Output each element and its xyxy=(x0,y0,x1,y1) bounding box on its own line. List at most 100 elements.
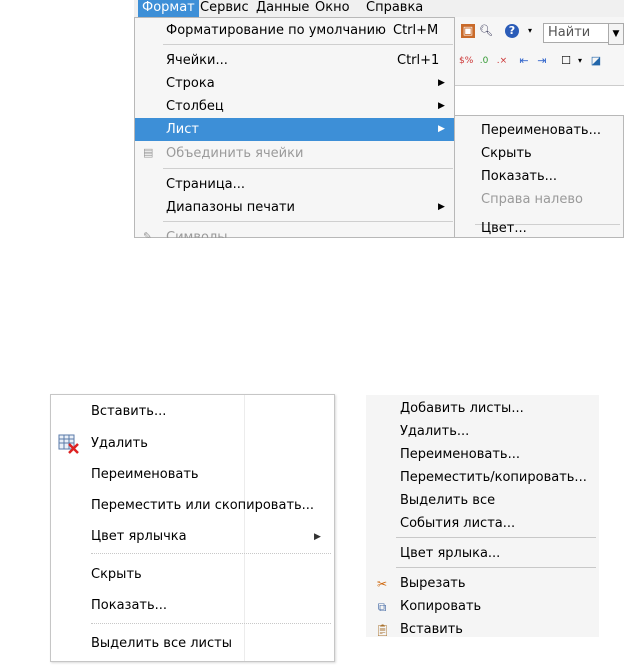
menu-format[interactable]: Формат xyxy=(138,0,199,17)
increase-indent-icon[interactable]: ⇥ xyxy=(535,54,549,68)
menu-item-label: Удалить xyxy=(91,436,148,451)
decrease-indent-icon[interactable]: ⇤ xyxy=(517,54,531,68)
menu-item-label: Страница... xyxy=(166,177,246,192)
menu-item-label: Показать... xyxy=(91,598,168,613)
find-input[interactable]: Найти xyxy=(543,23,609,43)
menu-item-label: Форматирование по умолчанию xyxy=(166,23,386,38)
menu-separator xyxy=(163,221,453,222)
menu-separator xyxy=(396,567,596,568)
menu-item-sheet-events[interactable]: События листа... xyxy=(366,512,599,535)
menu-separator xyxy=(163,44,453,45)
submenu-item-hide[interactable]: Скрыть xyxy=(481,143,621,165)
menu-tools[interactable]: Сервис xyxy=(196,0,253,17)
menu-separator xyxy=(91,623,331,624)
menu-item-label: Переименовать... xyxy=(400,447,520,462)
menu-item-label: Символы xyxy=(166,230,228,238)
submenu-arrow-icon: ▶ xyxy=(438,202,445,212)
menu-item-hide[interactable]: Скрыть xyxy=(51,562,334,588)
menu-data[interactable]: Данные xyxy=(252,0,313,17)
zoom-icon[interactable]: 🔍︎ xyxy=(479,24,493,38)
menu-item-copy[interactable]: ⧉ Копировать xyxy=(366,595,599,618)
submenu-item-rename[interactable]: Переименовать... xyxy=(481,120,621,142)
menu-item-label: Переименовать xyxy=(91,467,199,482)
menu-item-select-all[interactable]: Выделить все xyxy=(366,489,599,512)
find-dropdown-icon[interactable]: ▼ xyxy=(608,23,624,45)
submenu-arrow-icon: ▶ xyxy=(438,101,445,111)
menu-item-insert-sheets[interactable]: Добавить листы... xyxy=(366,397,599,420)
menu-item-label: Вставить xyxy=(400,622,463,637)
menu-item-row[interactable]: Строка ▶ xyxy=(135,72,454,95)
menu-item-label: Копировать xyxy=(400,599,482,614)
sheet-submenu: Переименовать... Скрыть Показать... Спра… xyxy=(454,115,624,238)
menu-item-print-ranges[interactable]: Диапазоны печати ▶ xyxy=(135,196,454,219)
paste-icon: 📋︎ xyxy=(375,623,391,637)
menu-item-page[interactable]: Страница... xyxy=(135,173,454,196)
menu-help[interactable]: Справка xyxy=(362,0,427,17)
menu-item-paste[interactable]: 📋︎ Вставить xyxy=(366,618,599,641)
menu-separator xyxy=(163,168,453,169)
menu-item-rename-sheet[interactable]: Переименовать... xyxy=(366,443,599,466)
menu-item-move-copy-sheet[interactable]: Переместить/копировать... xyxy=(366,466,599,489)
scissors-icon: ✂ xyxy=(376,577,388,591)
menu-item-default-formatting[interactable]: Форматирование по умолчанию Ctrl+M xyxy=(135,19,454,42)
menu-separator xyxy=(91,553,331,554)
menu-item-label: Выделить все листы xyxy=(91,636,232,651)
add-decimal-icon[interactable]: .0 xyxy=(477,54,491,68)
menu-item-label: Добавить листы... xyxy=(400,401,524,416)
submenu-item-show[interactable]: Показать... xyxy=(481,166,621,188)
menu-bar: Формат Сервис Данные Окно Справка xyxy=(134,0,624,17)
currency-format-icon[interactable]: $% xyxy=(459,54,473,68)
submenu-arrow-icon: ▶ xyxy=(438,78,445,88)
menu-separator xyxy=(396,537,596,538)
menu-item-move-or-copy[interactable]: Переместить или скопировать... xyxy=(51,493,334,519)
help-icon[interactable]: ? xyxy=(505,24,519,38)
borders-icon[interactable]: ☐ xyxy=(559,54,573,68)
menu-item-characters[interactable]: ✎ Символы xyxy=(135,226,454,238)
menu-item-label: События листа... xyxy=(400,516,516,531)
menu-item-select-all-sheets[interactable]: Выделить все листы xyxy=(51,631,334,657)
menu-item-label: Ячейки... xyxy=(166,53,228,68)
menu-item-label: Объединить ячейки xyxy=(166,146,304,161)
menu-item-cut[interactable]: ✂ Вырезать xyxy=(366,572,599,595)
menu-item-label: Столбец xyxy=(166,99,224,114)
menu-item-label: Переместить/копировать... xyxy=(400,470,587,485)
format-menu: Форматирование по умолчанию Ctrl+M Ячейк… xyxy=(134,17,455,238)
menu-window[interactable]: Окно xyxy=(311,0,354,17)
menu-item-label: Переместить или скопировать... xyxy=(91,498,315,513)
menu-item-insert[interactable]: Вставить... xyxy=(51,399,334,425)
shortcut-label: Ctrl+M xyxy=(393,23,439,38)
libreoffice-sheet-tab-context-menu: Добавить листы... Удалить... Переименова… xyxy=(366,395,599,637)
menu-item-delete-sheet[interactable]: Удалить... xyxy=(366,420,599,443)
submenu-arrow-icon: ▶ xyxy=(314,532,321,542)
libreoffice-format-menu-screenshot: Формат Сервис Данные Окно Справка ▣ 🔍︎ ?… xyxy=(134,0,624,238)
menu-item-tab-color[interactable]: Цвет ярлыка... xyxy=(366,542,599,565)
menu-item-column[interactable]: Столбец ▶ xyxy=(135,95,454,118)
menu-item-tab-color[interactable]: Цвет ярлычка ▶ xyxy=(51,524,334,550)
menu-item-label: Удалить... xyxy=(400,424,470,439)
merge-cells-icon: ▤ xyxy=(143,146,154,159)
menu-item-label: Вырезать xyxy=(400,576,466,591)
borders-dropdown-icon[interactable]: ▾ xyxy=(573,54,587,68)
submenu-item-color[interactable]: Цвет... xyxy=(481,218,621,238)
menu-item-label: Лист xyxy=(166,122,199,137)
characters-icon: ✎ xyxy=(143,230,153,239)
menu-item-unhide[interactable]: Показать... xyxy=(51,593,334,619)
shortcut-label: Ctrl+1 xyxy=(397,53,440,68)
background-color-icon[interactable]: ◪ xyxy=(589,54,603,68)
remove-decimal-icon[interactable]: .× xyxy=(495,54,509,68)
excel-sheet-tab-context-menu: Вставить... Удалить Переименовать Переме… xyxy=(50,394,335,662)
menu-item-label: Скрыть xyxy=(91,567,142,582)
menu-item-label: Строка xyxy=(166,76,215,91)
menu-item-delete[interactable]: Удалить xyxy=(51,431,334,457)
overflow-icon[interactable]: ▾ xyxy=(523,24,537,38)
menu-item-rename[interactable]: Переименовать xyxy=(51,462,334,488)
submenu-arrow-icon: ▶ xyxy=(438,124,445,134)
image-icon[interactable]: ▣ xyxy=(461,24,475,38)
menu-item-label: Вставить... xyxy=(91,404,167,419)
menu-item-label: Диапазоны печати xyxy=(166,200,295,215)
menu-item-label: Цвет ярлыка... xyxy=(400,546,501,561)
menu-item-cells[interactable]: Ячейки... Ctrl+1 xyxy=(135,49,454,72)
submenu-item-right-to-left[interactable]: Справа налево xyxy=(481,189,621,211)
menu-item-sheet[interactable]: Лист ▶ xyxy=(135,118,454,141)
menu-item-merge-cells[interactable]: ▤ Объединить ячейки xyxy=(135,142,454,165)
